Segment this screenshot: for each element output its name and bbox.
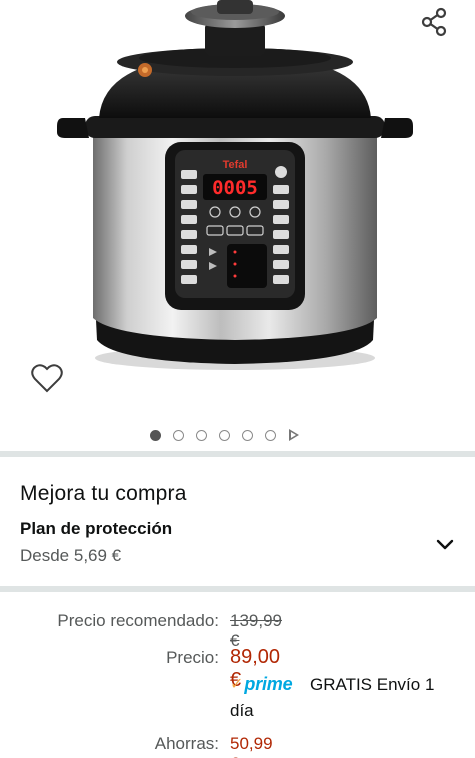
plan-title: Plan de protección [20,519,173,538]
savings-label: Ahorras: [154,734,219,753]
savings-value: 50,99 € (36%) [230,734,273,758]
chevron-down-icon[interactable] [434,535,456,555]
recommended-price-label: Precio recomendado: [57,611,219,630]
plan-price: Desde 5,69 € [20,546,122,565]
share-icon[interactable] [418,5,452,39]
brand-logo: Tefal [223,159,248,171]
recommended-price-value: 139,99 € [230,611,282,650]
protection-plan-section[interactable]: Mejora tu compra Plan de protección Desd… [20,470,460,580]
prime-check-icon: ✓ [230,676,244,693]
pager-dot[interactable] [242,429,253,441]
heart-outline-icon[interactable] [30,363,64,395]
prime-badge[interactable]: ✓ prime [230,673,293,695]
section-divider [0,586,475,592]
product-image-gallery[interactable]: Tefal 0005 [0,0,475,441]
price-label: Precio: [166,648,219,667]
pager-dot[interactable] [265,429,276,441]
cooker-display: 0005 [212,177,258,199]
image-pager[interactable] [150,427,299,443]
upgrade-title: Mejora tu compra [20,482,187,505]
pager-dot-active[interactable] [150,429,161,441]
section-divider [0,451,475,457]
pager-dot[interactable] [173,429,184,441]
prime-logo: prime [244,673,293,694]
pager-dot[interactable] [219,429,230,441]
play-triangle-icon[interactable] [289,429,299,441]
shipping-info: GRATIS Envío 1 [310,675,435,694]
pager-dot[interactable] [196,429,207,441]
shipping-info-continued: día [230,701,254,720]
product-page: Tefal 0005 Mejora tu compra Plan de prot… [0,0,475,758]
product-image[interactable]: Tefal 0005 [55,0,415,380]
